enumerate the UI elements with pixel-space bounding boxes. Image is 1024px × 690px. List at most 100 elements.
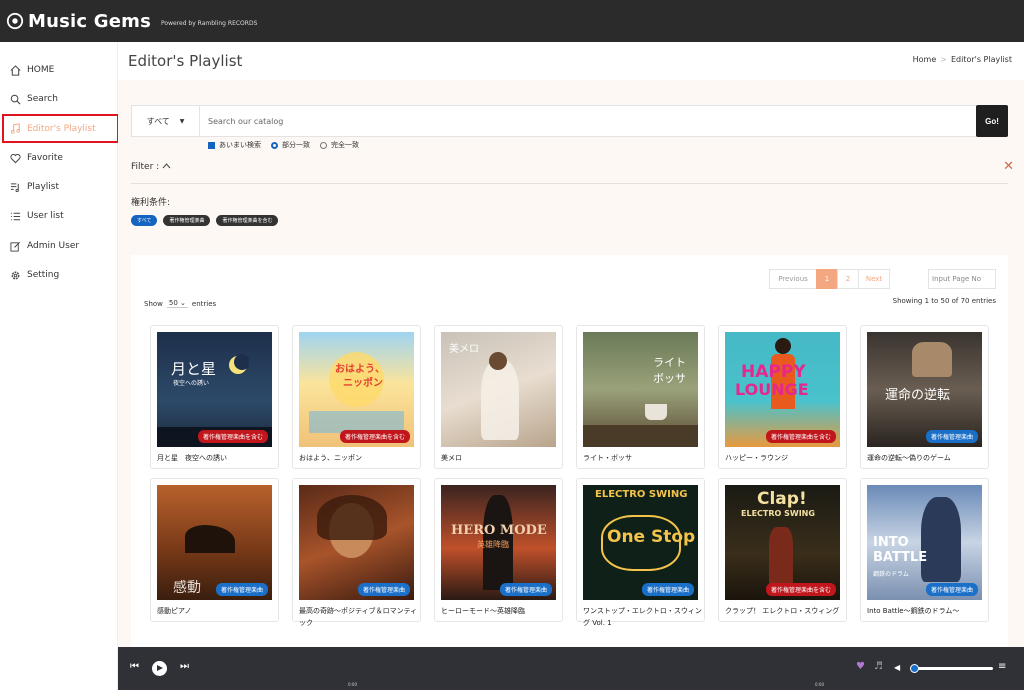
- main-area: Editor's Playlist Home > Editor's Playlist…: [118, 42, 1024, 647]
- tag-includes-managed[interactable]: 著作権管理楽曲を含む: [216, 215, 279, 226]
- go-button[interactable]: Go!: [976, 105, 1008, 137]
- playlist-card[interactable]: ELECTRO SWING One Stop 著作権管理楽曲 ワンストップ・エレ…: [576, 478, 705, 627]
- cover-title: INTO BATTLE: [873, 535, 928, 565]
- play-button[interactable]: [152, 661, 167, 676]
- card-title: ライト・ボッサ: [583, 454, 632, 462]
- card-title: クラップ！ エレクトロ・スウィング: [725, 607, 840, 615]
- cover-title: おはよう、: [335, 364, 385, 375]
- entries-select-value: 50: [168, 299, 178, 307]
- card-title: 運命の逆転～偽りのゲーム: [867, 454, 951, 462]
- playlist-card[interactable]: 月と星 夜空への誘い 著作権管理楽曲を含む 月と星 夜空への誘い: [150, 325, 279, 469]
- powered-by: Powered by Rambling RECORDS: [161, 19, 258, 27]
- results-panel: Previous 1 2 Next Input Page No Show 50 …: [131, 255, 1008, 647]
- showing-info: Showing 1 to 50 of 70 entries: [892, 297, 996, 305]
- sidebar-item-admin-user[interactable]: Admin User: [4, 233, 118, 259]
- edit-icon: [10, 241, 20, 252]
- sidebar-item-setting[interactable]: Setting: [4, 262, 118, 288]
- page-2-button[interactable]: 2: [837, 269, 859, 289]
- sidebar-item-label: Playlist: [27, 182, 59, 192]
- next-track-icon[interactable]: ⏭: [180, 661, 189, 672]
- volume-slider[interactable]: [913, 667, 993, 670]
- playlist-card[interactable]: HERO MODE 英雄降臨 著作権管理楽曲 ヒーローモード～英雄降臨: [434, 478, 563, 622]
- cover-image: ライト ボッサ: [583, 332, 698, 447]
- sidebar-item-label: Search: [27, 94, 58, 104]
- heart-icon[interactable]: ♥: [856, 661, 865, 672]
- divider: [131, 183, 1008, 184]
- previous-track-icon[interactable]: ⏮: [130, 661, 139, 672]
- queue-menu-icon[interactable]: ≡: [998, 661, 1006, 672]
- breadcrumb-current: Editor's Playlist: [950, 55, 1012, 64]
- cover-image: INTO BATTLE 鋼鉄のドラム 著作権管理楽曲: [867, 485, 982, 600]
- total-time: 0:00: [815, 682, 824, 687]
- entries-select[interactable]: 50 ⌄: [166, 299, 188, 308]
- caret-down-icon: ⌄: [180, 299, 186, 307]
- sidebar-item-label: Editor's Playlist: [27, 123, 96, 134]
- cover-subtitle: 鋼鉄のドラム: [873, 571, 909, 578]
- playlist-card[interactable]: 運命の逆転 著作権管理楽曲 運命の逆転～偽りのゲーム: [860, 325, 989, 469]
- fuzzy-checkbox[interactable]: [208, 141, 215, 149]
- card-title: 美メロ: [441, 454, 462, 462]
- playlist-card[interactable]: 感動 著作権管理楽曲 感動ピアノ: [150, 478, 279, 622]
- playlist-card[interactable]: 著作権管理楽曲 最高の奇跡～ポジティブ＆ロマンティック: [292, 478, 421, 627]
- breadcrumb-home[interactable]: Home: [913, 55, 937, 64]
- cover-subtitle: ニッポン: [343, 378, 383, 389]
- playlist-card[interactable]: Clap! ELECTRO SWING 著作権管理楽曲を含む クラップ！ エレク…: [718, 478, 847, 622]
- volume-icon[interactable]: ◀: [894, 663, 900, 672]
- tag-all[interactable]: すべて: [131, 215, 158, 226]
- filter-label: Filter :: [131, 162, 160, 172]
- card-title: おはよう、ニッポン: [299, 454, 362, 462]
- cover-subtitle: 英雄降臨: [477, 540, 509, 549]
- playlist-card[interactable]: HAPPY LOUNGE 著作権管理楽曲を含む ハッピー・ラウンジ: [718, 325, 847, 469]
- exact-radio[interactable]: [320, 141, 327, 149]
- category-select[interactable]: すべて ▼: [132, 106, 200, 136]
- sidebar-item-playlist[interactable]: Playlist: [4, 174, 118, 200]
- sidebar-item-home[interactable]: HOME: [4, 57, 118, 83]
- cover-subtitle: 夜空への誘い: [173, 380, 210, 387]
- heart-icon: [10, 153, 21, 163]
- rights-label: 権利条件:: [131, 198, 171, 208]
- card-title: ヒーローモード～英雄降臨: [441, 607, 525, 615]
- rights-badge: 著作権管理楽曲を含む: [765, 430, 836, 443]
- current-time: 0:00: [348, 682, 357, 687]
- cover-image: 運命の逆転 著作権管理楽曲: [867, 332, 982, 447]
- sidebar-item-editors-playlist[interactable]: Editor's Playlist: [2, 114, 119, 143]
- top-bar: Music Gems Powered by Rambling RECORDS: [0, 0, 1024, 42]
- lion-logo-icon: [6, 12, 24, 30]
- filter-toggle[interactable]: Filter :: [131, 162, 171, 172]
- sidebar-item-favorite[interactable]: Favorite: [4, 145, 118, 171]
- app-logo[interactable]: Music Gems: [28, 11, 151, 32]
- cover-subtitle: ELECTRO SWING: [741, 509, 815, 518]
- show-label: Show: [144, 299, 163, 308]
- page-1-button[interactable]: 1: [816, 269, 838, 289]
- volume-handle[interactable]: [910, 664, 919, 673]
- rights-badge: 著作権管理楽曲: [925, 583, 978, 596]
- show-entries: Show 50 ⌄ entries: [144, 299, 216, 308]
- previous-button[interactable]: Previous: [769, 269, 817, 289]
- breadcrumb: Home > Editor's Playlist: [913, 55, 1012, 64]
- playlist-card[interactable]: ライト ボッサ ライト・ボッサ: [576, 325, 705, 469]
- card-title: 月と星 夜空への誘い: [157, 454, 227, 462]
- card-title: 感動ピアノ: [157, 607, 192, 615]
- page-number-input[interactable]: Input Page No: [928, 269, 996, 289]
- exact-label: 完全一致: [331, 141, 359, 149]
- sidebar-item-label: Favorite: [27, 153, 63, 163]
- rights-badge: 著作権管理楽曲を含む: [339, 430, 410, 443]
- sidebar-item-label: HOME: [27, 65, 55, 75]
- card-title: ハッピー・ラウンジ: [725, 454, 788, 462]
- cover-image: 美メロ: [441, 332, 556, 447]
- sidebar-item-user-list[interactable]: User list: [4, 203, 118, 229]
- playlist-card[interactable]: おはよう、 ニッポン 著作権管理楽曲を含む おはよう、ニッポン: [292, 325, 421, 469]
- rights-badge: 著作権管理楽曲: [357, 583, 410, 596]
- music-note-icon: [10, 123, 21, 134]
- sidebar-item-search[interactable]: Search: [4, 86, 118, 112]
- playlist-card[interactable]: INTO BATTLE 鋼鉄のドラム 著作権管理楽曲 Into Battle～鋼…: [860, 478, 989, 622]
- next-button[interactable]: Next: [858, 269, 890, 289]
- partial-radio[interactable]: [271, 141, 278, 149]
- cover-subtitle: ボッサ: [653, 372, 686, 385]
- tag-managed[interactable]: 著作権管理楽曲: [163, 215, 211, 226]
- close-icon[interactable]: ✕: [1003, 159, 1014, 174]
- search-input[interactable]: [200, 106, 976, 136]
- add-to-playlist-icon[interactable]: ♬: [874, 661, 883, 672]
- cover-subtitle: ELECTRO SWING: [595, 489, 688, 500]
- playlist-card[interactable]: 美メロ 美メロ: [434, 325, 563, 469]
